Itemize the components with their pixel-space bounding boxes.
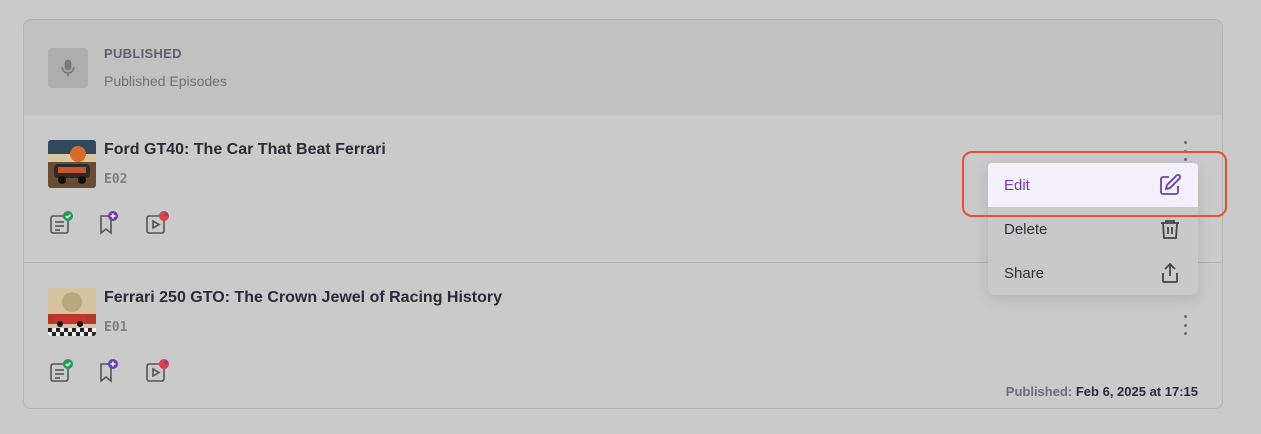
- more-options-icon[interactable]: [1179, 315, 1191, 335]
- video-play-icon[interactable]: [144, 359, 169, 383]
- share-icon: [1158, 261, 1182, 285]
- section-title: PUBLISHED: [104, 46, 182, 61]
- episode-thumbnail[interactable]: [48, 140, 96, 188]
- published-value: Feb 6, 2025 at 17:15: [1075, 384, 1198, 399]
- episode-title[interactable]: Ferrari 250 GTO: The Crown Jewel of Raci…: [104, 289, 502, 307]
- episode-number: E01: [104, 320, 128, 335]
- transcript-check-icon[interactable]: [48, 359, 73, 383]
- bookmark-add-icon[interactable]: [96, 211, 120, 235]
- episode-title[interactable]: Ford GT40: The Car That Beat Ferrari: [104, 141, 386, 159]
- published-label: Published:: [1005, 384, 1073, 399]
- trash-icon: [1158, 217, 1182, 241]
- episode-number: E02: [104, 172, 128, 187]
- card-header: PUBLISHED Published Episodes: [24, 20, 1222, 115]
- menu-item-label: Delete: [1004, 220, 1048, 238]
- menu-item-share[interactable]: Share: [988, 251, 1198, 295]
- video-play-icon[interactable]: [144, 211, 169, 235]
- episode-actions: [48, 359, 169, 383]
- menu-item-label: Share: [1004, 264, 1045, 282]
- published-date: Published: Feb 6, 2025 at 17:15: [1006, 384, 1198, 399]
- episode-thumbnail[interactable]: [48, 288, 96, 336]
- highlight-box: [962, 151, 1227, 217]
- episode-actions: [48, 211, 169, 235]
- section-subtitle: Published Episodes: [104, 73, 227, 89]
- microphone-icon: [48, 48, 88, 88]
- bookmark-add-icon[interactable]: [96, 359, 120, 383]
- transcript-check-icon[interactable]: [48, 211, 73, 235]
